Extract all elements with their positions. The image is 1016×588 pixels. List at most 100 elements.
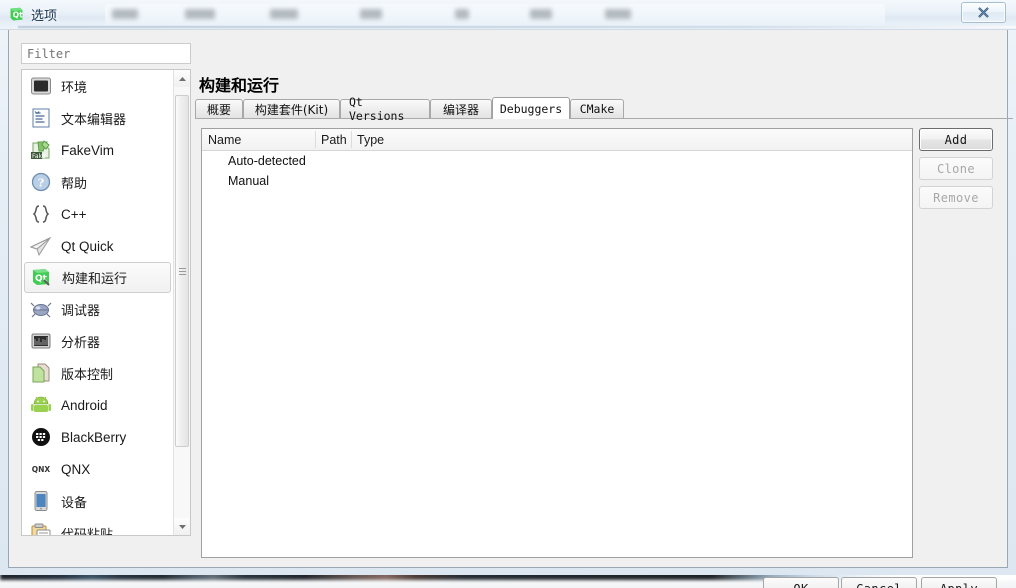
- options-dialog: 环境 文本编辑器 Fake FakeVim ? 帮助 C++ Qt Quick Qt…: [8, 30, 1013, 588]
- tab-2[interactable]: Qt Versions: [340, 95, 430, 123]
- sidebar-item-2[interactable]: Fake FakeVim: [22, 134, 174, 166]
- scrollbar-track[interactable]: [174, 87, 190, 518]
- sidebar-item-14[interactable]: 代码粘贴: [22, 517, 174, 535]
- sidebar-item-5[interactable]: Qt Quick: [22, 230, 174, 262]
- search-input[interactable]: [21, 43, 191, 64]
- button-label: Remove: [933, 190, 979, 205]
- fakevim-icon: Fake: [31, 140, 50, 160]
- background-window-tabstrip: [105, 4, 885, 26]
- sidebar-item-0[interactable]: 环境: [22, 70, 174, 102]
- category-list[interactable]: 环境 文本编辑器 Fake FakeVim ? 帮助 C++ Qt Quick Qt…: [22, 70, 174, 535]
- screen-root: Qt 选项 环境 文本编辑器 F: [0, 0, 1016, 588]
- sidebar-item-10[interactable]: Android: [22, 389, 174, 421]
- window-title: 选项: [31, 9, 58, 24]
- button-label: OK: [793, 582, 808, 588]
- sidebar-item-label: 调试器: [61, 303, 101, 319]
- tab-label: Debuggers: [499, 101, 563, 116]
- sidebar-item-label: FakeVim: [61, 142, 115, 158]
- sidebar-item-3[interactable]: ? 帮助: [22, 166, 174, 198]
- tab-1[interactable]: 构建套件(Kit): [243, 99, 340, 118]
- scrollbar-thumb[interactable]: [175, 95, 189, 447]
- help-icon: ?: [31, 172, 51, 192]
- scroll-down-icon: [178, 524, 186, 529]
- sidebar-item-label: 代码粘贴: [61, 527, 114, 536]
- qt-logo-icon: Qt: [10, 7, 23, 21]
- column-divider[interactable]: [351, 131, 352, 148]
- options-window: Qt 选项 环境 文本编辑器 F: [0, 0, 1016, 588]
- column-header-2[interactable]: Type: [351, 129, 451, 150]
- qnx-icon: QNX: [32, 465, 51, 474]
- cancel-button[interactable]: Cancel: [841, 577, 917, 588]
- column-header-label: Type: [357, 132, 385, 147]
- tab-0[interactable]: 概要: [195, 99, 243, 118]
- sidebar-scrollbar[interactable]: [173, 70, 190, 535]
- sidebar-item-13[interactable]: 设备: [22, 485, 174, 517]
- sidebar-item-6[interactable]: Qt 构建和运行: [24, 262, 171, 293]
- tab-4[interactable]: Debuggers: [492, 97, 570, 119]
- tab-5[interactable]: CMake: [570, 99, 624, 118]
- page-title: 构建和运行: [199, 76, 280, 95]
- tab-label: 构建套件(Kit): [254, 102, 329, 117]
- button-label: Apply: [940, 582, 978, 588]
- column-header-label: Path: [321, 132, 347, 147]
- debuggers-table[interactable]: Name Path Type Auto-detected Manual: [201, 128, 913, 558]
- sidebar-item-label: 文本编辑器: [61, 112, 127, 128]
- sidebar-item-4[interactable]: C++: [22, 198, 174, 230]
- svg-text:?: ?: [38, 177, 44, 190]
- table-row[interactable]: Auto-detected: [202, 151, 912, 171]
- title-bar: Qt 选项: [0, 0, 1016, 30]
- background-window-edge: [18, 26, 1016, 28]
- scrollbar-grip-icon: [178, 266, 186, 277]
- column-header-0[interactable]: Name: [202, 129, 315, 150]
- button-label: Clone: [936, 161, 976, 176]
- scroll-down-button[interactable]: [174, 518, 190, 535]
- svg-text:QNX: QNX: [32, 465, 51, 474]
- sidebar-item-12[interactable]: QNX QNX: [22, 453, 174, 485]
- android-icon: [31, 396, 51, 412]
- code-paste-icon: [31, 523, 51, 535]
- sidebar-item-label: 帮助: [61, 176, 88, 192]
- tab-label: 编译器: [442, 102, 479, 117]
- build-and-run-icon: Qt: [33, 268, 50, 286]
- sidebar-item-label: Qt Quick: [61, 238, 114, 254]
- analyzer-icon: [31, 333, 51, 349]
- qt-quick-icon: [30, 236, 52, 257]
- column-divider[interactable]: [315, 131, 316, 148]
- tab-3[interactable]: 编译器: [430, 99, 492, 118]
- sidebar-item-11[interactable]: BlackBerry: [22, 421, 174, 453]
- sidebar-item-9[interactable]: 版本控制: [22, 357, 174, 389]
- button-label: Cancel: [856, 582, 902, 588]
- apply-button[interactable]: Apply: [921, 577, 997, 588]
- tab-bar: 概要 构建套件(Kit) Qt Versions 编译器 Debuggers CMake: [195, 95, 1013, 123]
- sidebar-item-7[interactable]: 调试器: [22, 293, 174, 325]
- ok-button[interactable]: OK: [763, 577, 839, 588]
- version-control-icon: [32, 363, 50, 383]
- sidebar-item-label: 设备: [61, 495, 88, 511]
- sidebar-item-label: BlackBerry: [61, 429, 127, 445]
- clone-button: Clone: [919, 157, 993, 180]
- close-button[interactable]: [961, 2, 1006, 23]
- svg-text:Qt: Qt: [13, 10, 23, 19]
- sidebar-item-8[interactable]: 分析器: [22, 325, 174, 357]
- svg-text:Fake: Fake: [32, 153, 46, 160]
- background-blurred-item: [605, 9, 631, 19]
- sidebar-item-label: QNX: [61, 461, 91, 477]
- sidebar-item-1[interactable]: 文本编辑器: [22, 102, 174, 134]
- background-blurred-item: [185, 9, 215, 19]
- sidebar-item-label: 分析器: [61, 335, 101, 351]
- scroll-up-icon: [178, 76, 186, 81]
- column-header-1[interactable]: Path: [315, 129, 351, 150]
- add-button[interactable]: Add: [919, 128, 993, 151]
- table-header: Name Path Type: [202, 129, 912, 151]
- table-body[interactable]: Auto-detected Manual: [202, 151, 912, 191]
- text-editor-icon: [32, 108, 50, 128]
- background-blurred-item: [530, 9, 552, 19]
- sidebar-item-label: 版本控制: [61, 367, 114, 383]
- table-cell-name: Auto-detected: [228, 154, 306, 168]
- column-header-label: Name: [208, 132, 242, 147]
- scroll-up-button[interactable]: [174, 70, 190, 87]
- sidebar-item-label: 环境: [61, 80, 88, 96]
- background-blurred-item: [270, 9, 298, 19]
- table-row[interactable]: Manual: [202, 171, 912, 191]
- cpp-icon: [32, 205, 50, 223]
